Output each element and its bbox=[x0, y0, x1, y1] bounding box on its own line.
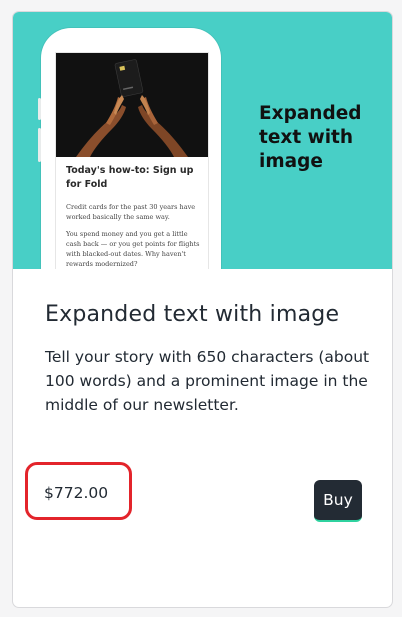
buy-button[interactable]: Buy bbox=[314, 480, 362, 522]
phone-screen: Today's how-to: Sign up for Fold Credit … bbox=[55, 52, 209, 269]
product-card: Today's how-to: Sign up for Fold Credit … bbox=[12, 11, 393, 608]
product-description: Tell your story with 650 characters (abo… bbox=[45, 348, 370, 414]
hero-headline: Expanded text with image bbox=[259, 102, 389, 174]
hero-headline-line: image bbox=[259, 151, 323, 172]
article-paragraph: You spend money and you get a little cas… bbox=[66, 230, 200, 268]
phone-side-button bbox=[38, 128, 41, 162]
hero-headline-line: Expanded bbox=[259, 103, 362, 124]
article-body: Today's how-to: Sign up for Fold Credit … bbox=[66, 164, 202, 269]
article-image bbox=[56, 53, 208, 157]
hero-headline-line: text with bbox=[259, 127, 354, 148]
article-title: Today's how-to: Sign up for Fold bbox=[66, 165, 194, 190]
phone-side-button bbox=[38, 98, 41, 120]
product-image: Today's how-to: Sign up for Fold Credit … bbox=[13, 12, 392, 269]
article-paragraph: Credit cards for the past 30 years have … bbox=[66, 203, 196, 221]
hands-holding-card-illustration bbox=[56, 53, 208, 157]
phone-mockup: Today's how-to: Sign up for Fold Credit … bbox=[38, 28, 221, 269]
product-price: $772.00 bbox=[44, 484, 109, 502]
product-title: Expanded text with image bbox=[45, 302, 340, 327]
